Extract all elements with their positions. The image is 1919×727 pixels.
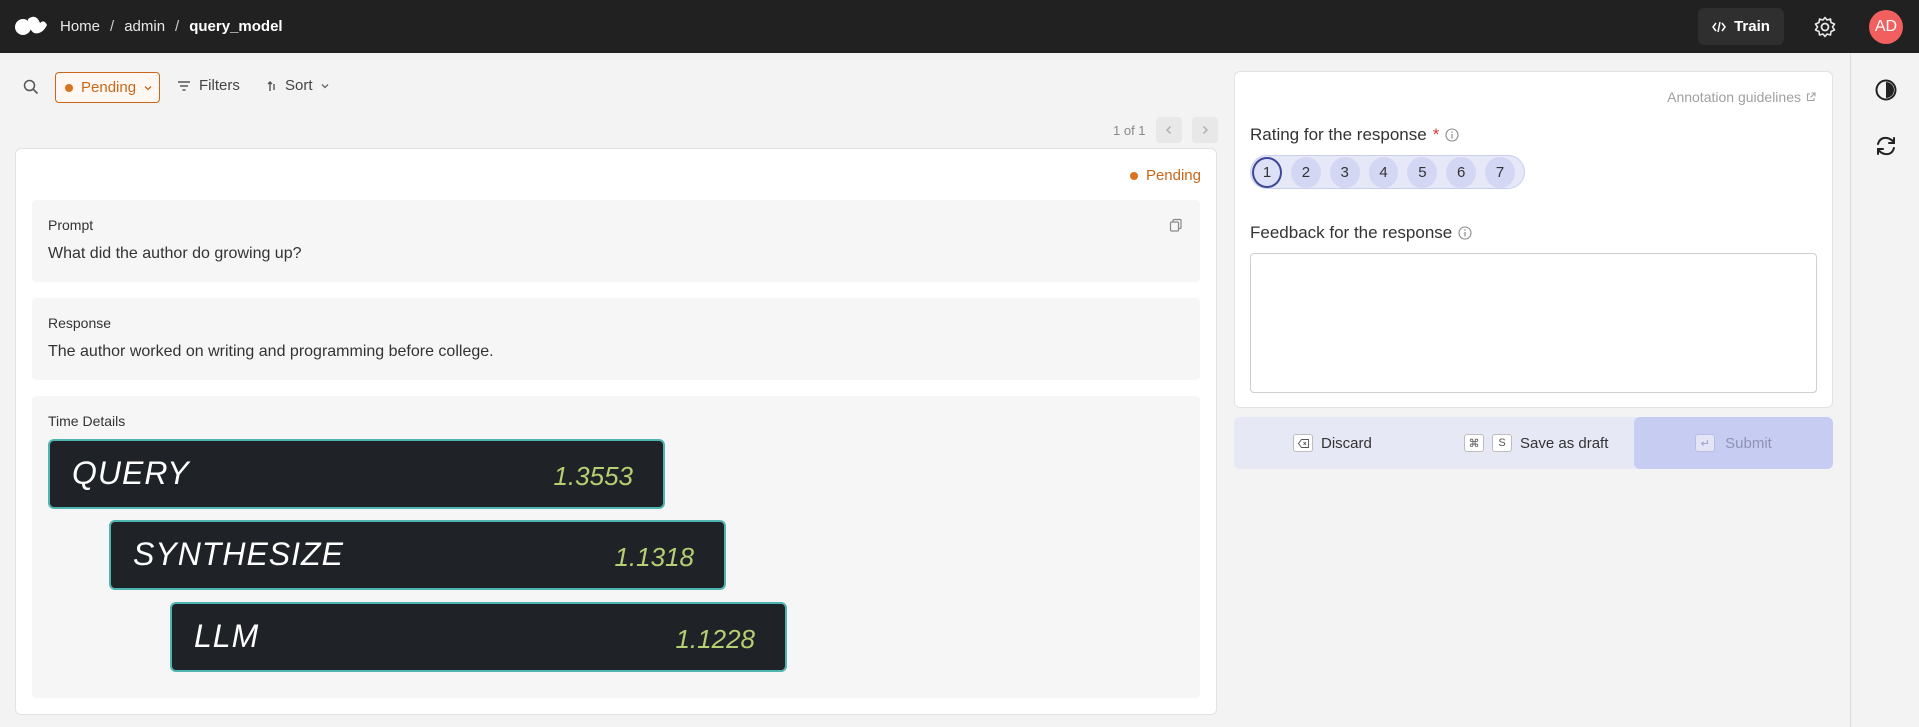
sort-button[interactable]: Sort [267,77,329,94]
breadcrumb-dataset: query_model [189,18,283,35]
sort-label: Sort [285,77,313,94]
timing-value: 1.3553 [553,461,633,491]
annotation-guidelines-link[interactable]: Annotation guidelines [1667,89,1816,105]
rating-option-7[interactable]: 7 [1485,156,1515,188]
breadcrumb-separator: / [110,18,115,35]
rating-option-4[interactable]: 4 [1368,156,1399,188]
code-icon [1712,21,1726,32]
search-icon[interactable] [23,79,39,95]
backspace-key-icon [1293,434,1313,452]
discard-label: Discard [1321,434,1372,452]
avatar[interactable]: AD [1869,10,1903,44]
response-text: The author worked on writing and program… [48,343,494,360]
status-filter-dropdown[interactable]: Pending [55,72,160,103]
required-marker: * [1432,125,1440,144]
timing-row-synthesize: SYNTHESIZE 1.1318 [109,520,726,590]
breadcrumb-separator: / [175,18,180,35]
timing-name: QUERY [72,455,190,491]
prompt-text: What did the author do growing up? [48,245,302,262]
gear-icon[interactable] [1814,16,1836,38]
discard-button[interactable]: Discard [1293,417,1372,469]
refresh-icon[interactable] [1874,134,1898,158]
next-page-button[interactable] [1191,117,1218,143]
external-link-icon [1806,92,1816,102]
sort-icon [267,80,275,91]
feedback-label: Feedback for the response [1250,223,1453,242]
pending-dot-icon [1129,171,1138,180]
info-icon[interactable] [1458,226,1472,240]
theme-toggle-icon[interactable] [1874,78,1898,102]
s-key-icon: S [1492,434,1512,452]
breadcrumb-workspace[interactable]: admin [124,18,165,35]
time-details-field: Time Details QUERY 1.3553 SYNTHESIZE 1.1… [32,396,1200,698]
prev-page-button[interactable] [1155,117,1182,143]
status-filter-label: Pending [81,79,137,96]
top-bar: Home / admin / query_model Train AD [0,0,1919,53]
pagination: 1 of 1 [1113,117,1218,143]
submit-button[interactable]: ↵ Submit [1634,417,1833,469]
breadcrumb: Home / admin / query_model [60,0,283,53]
breadcrumb-home[interactable]: Home [60,18,100,35]
pager-text: 1 of 1 [1113,122,1146,138]
filters-button[interactable]: Filters [177,77,240,94]
prompt-field: Prompt What did the author do growing up… [32,200,1200,282]
train-label: Train [1734,18,1770,35]
response-label: Response [48,315,112,331]
rating-label: Rating for the response [1250,125,1427,144]
timing-value: 1.1318 [614,542,694,572]
timing-name: SYNTHESIZE [133,536,344,572]
feedback-question: Feedback for the response [1250,223,1472,243]
command-key-icon: ⌘ [1464,434,1484,452]
prompt-label: Prompt [48,217,94,233]
copy-icon[interactable] [1169,218,1183,232]
chevron-left-icon [1165,126,1171,134]
record-card: Pending Prompt What did the author do gr… [15,148,1217,715]
train-button[interactable]: Train [1698,8,1784,45]
annotation-panel: Annotation guidelines Rating for the res… [1234,71,1833,408]
save-draft-button[interactable]: ⌘ S Save as draft [1464,417,1608,469]
chevron-down-icon [144,85,152,90]
feedback-textarea[interactable] [1250,253,1817,393]
timing-name: LLM [194,618,260,654]
rating-option-5[interactable]: 5 [1407,156,1438,188]
guidelines-label: Annotation guidelines [1667,89,1801,105]
right-rail [1850,53,1919,727]
timing-row-llm: LLM 1.1228 [170,602,787,672]
record-status-badge: Pending [1129,167,1201,184]
filters-label: Filters [199,77,240,94]
filter-icon [178,80,190,91]
rating-question: Rating for the response * [1250,125,1459,145]
rating-option-6[interactable]: 6 [1446,156,1477,188]
pending-dot-icon [65,83,73,92]
action-bar: Discard ⌘ S Save as draft ↵ Submit [1234,417,1833,469]
rating-option-1[interactable]: 1 [1252,156,1282,188]
enter-key-icon: ↵ [1695,434,1716,452]
timing-value: 1.1228 [675,624,755,654]
save-draft-label: Save as draft [1520,434,1609,452]
logo-icon[interactable] [14,15,48,37]
chevron-down-icon [321,83,328,88]
rating-options: 1 2 3 4 5 6 7 [1250,155,1525,189]
timing-row-query: QUERY 1.3553 [48,439,665,509]
chevron-right-icon [1202,126,1208,134]
record-status-label: Pending [1145,167,1201,184]
info-icon[interactable] [1445,128,1459,142]
time-details-label: Time Details [48,413,126,429]
submit-label: Submit [1725,434,1772,452]
rating-option-3[interactable]: 3 [1329,156,1360,188]
response-field: Response The author worked on writing an… [32,298,1200,380]
rating-option-2[interactable]: 2 [1290,156,1321,188]
